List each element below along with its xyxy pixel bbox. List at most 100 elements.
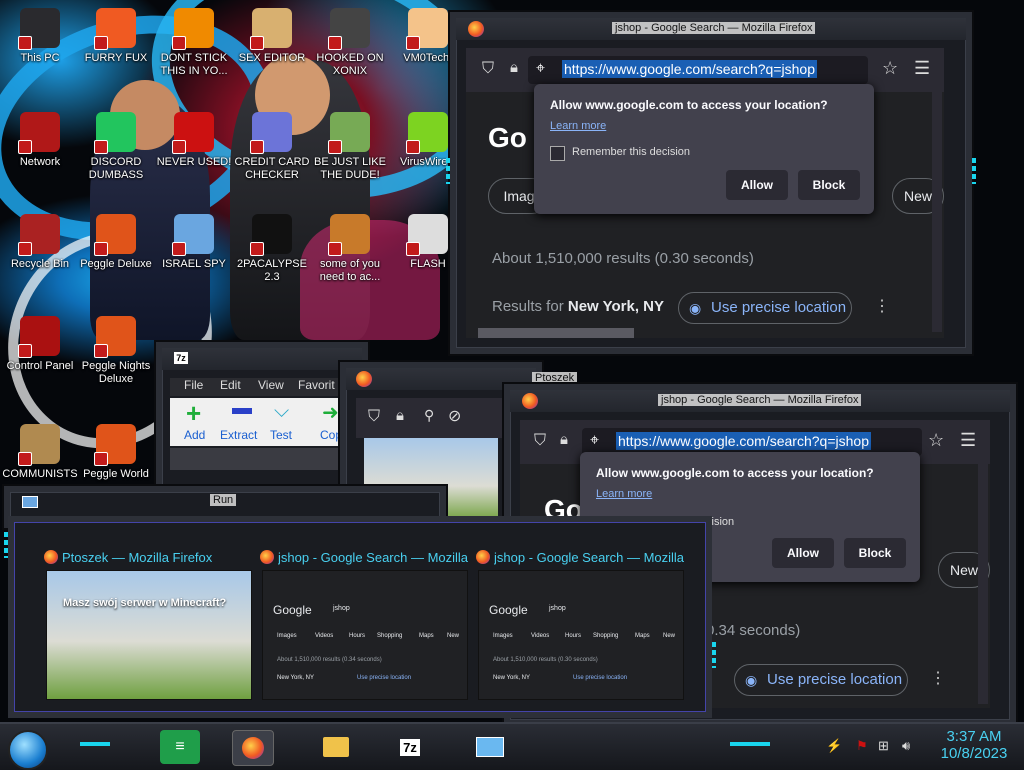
frame-accent <box>712 642 716 668</box>
scrollbar[interactable] <box>932 92 942 332</box>
more-options-icon[interactable]: ⋮ <box>930 668 946 688</box>
menu-file[interactable]: File <box>184 378 203 392</box>
permission-question: Allow www.google.com to access your loca… <box>596 466 874 480</box>
clock-time: 3:37 AM <box>946 728 1002 745</box>
extract-label[interactable]: Extract <box>220 428 257 442</box>
firefox-window-top[interactable]: jshop - Google Search — Mozilla Firefox … <box>446 12 976 354</box>
window-preview: Google jshop Images Videos Hours Shoppin… <box>262 570 468 700</box>
flash-icon <box>406 214 448 256</box>
menu-icon[interactable]: ☰ <box>960 430 976 451</box>
preview-google-logo: Google <box>273 603 312 617</box>
learn-more-link[interactable]: Learn more <box>596 488 652 500</box>
desktop-icon[interactable]: some of you need to ac... <box>310 214 390 284</box>
add-icon[interactable]: + <box>186 398 201 429</box>
allow-button[interactable]: Allow <box>772 538 834 568</box>
desktop-icon[interactable]: Control Panel <box>0 316 80 373</box>
start-button[interactable] <box>8 730 48 770</box>
desktop-icon-label: Peggle Nights Deluxe <box>81 360 151 385</box>
copy-icon[interactable]: ➜ <box>322 400 339 425</box>
menu-favorites[interactable]: Favorit <box>298 378 335 392</box>
chat-icon[interactable]: ≡ <box>160 730 200 764</box>
shield-icon[interactable]: ⛉ <box>482 60 494 78</box>
permissions-icon[interactable]: ⚲ <box>424 407 434 424</box>
network-icon[interactable]: ⊞ <box>878 738 889 754</box>
desktop-icon-label: Control Panel <box>6 360 74 372</box>
use-precise-location-button[interactable]: Use precise location <box>734 664 908 696</box>
switcher-item-jshop-2[interactable]: jshop - Google Search — Mozilla Firefox … <box>476 546 684 700</box>
window-titlebar[interactable]: 7z <box>162 348 362 370</box>
window-titlebar[interactable]: jshop - Google Search — Mozilla Firefox <box>456 18 966 40</box>
copy-label[interactable]: Cop <box>320 428 342 442</box>
extract-icon[interactable] <box>232 408 252 414</box>
shield-icon[interactable]: ⛉ <box>368 408 380 426</box>
7zip-icon[interactable]: 7z <box>390 730 430 764</box>
clock[interactable]: 3:37 AM 10/8/2023 <box>934 728 1014 762</box>
desktop-icon[interactable]: Recycle Bin <box>0 214 80 271</box>
file-explorer-icon[interactable] <box>316 730 356 764</box>
desktop-icon[interactable]: DONT STICK THIS IN YO... <box>154 8 234 78</box>
menu-icon[interactable]: ☰ <box>914 58 930 79</box>
tray-app-icon[interactable]: ⚡ <box>826 738 842 754</box>
scrollbar[interactable] <box>978 464 988 704</box>
switcher-item-ptoszek[interactable]: Ptoszek — Mozilla Firefox Masz swój serw… <box>44 546 252 700</box>
frame-accent <box>730 742 770 746</box>
desktop-icon-label: Peggle Deluxe <box>80 258 152 270</box>
desktop-icon[interactable]: DISCORD DUMBASS <box>76 112 156 182</box>
switcher-item-jshop-1[interactable]: jshop - Google Search — Mozilla Firefox … <box>260 546 468 700</box>
menu-edit[interactable]: Edit <box>220 378 241 392</box>
remember-checkbox[interactable] <box>550 146 565 161</box>
test-label[interactable]: Test <box>270 428 292 442</box>
desktop-icon[interactable]: ISRAEL SPY <box>154 214 234 271</box>
location-pin-icon[interactable]: ⌖ <box>536 60 545 78</box>
flag-icon[interactable]: ⚑ <box>856 738 868 754</box>
desktop-icon[interactable]: CREDIT CARD CHECKER <box>232 112 312 182</box>
taskbar: ≡ 7z ⚡ ⚑ ⊞ 🔊︎ 3:37 AM 10/8/2023 <box>0 722 1024 770</box>
desktop-icon[interactable]: COMMUNISTS <box>0 424 80 481</box>
desktop-icon[interactable]: HOOKED ON XONIX <box>310 8 390 78</box>
block-button[interactable]: Block <box>798 170 860 200</box>
lock-icon[interactable]: 🔒︎ <box>560 431 568 448</box>
test-icon[interactable]: ⌵ <box>274 400 289 423</box>
address-bar[interactable] <box>170 448 360 470</box>
url-text[interactable]: https://www.google.com/search?q=jshop <box>562 60 817 78</box>
preview-tab-videos: Videos <box>315 633 334 639</box>
remote-desktop-icon[interactable] <box>470 730 510 764</box>
desktop-icon[interactable]: BE JUST LIKE THE DUDE! <box>310 112 390 182</box>
doctor-icon <box>406 8 448 50</box>
window-titlebar[interactable]: jshop - Google Search — Mozilla Firefox <box>510 390 1010 412</box>
desktop-icon[interactable]: Network <box>0 112 80 169</box>
location-pin-icon[interactable]: ⌖ <box>590 432 599 450</box>
terminal-icon <box>250 214 292 256</box>
spy-icon <box>172 214 214 256</box>
preview-location: New York, NY <box>493 675 531 681</box>
allow-button[interactable]: Allow <box>726 170 788 200</box>
desktop-icon[interactable]: SEX EDITOR <box>232 8 312 65</box>
lock-icon[interactable]: 🔒︎ <box>510 59 518 76</box>
blocked-icon[interactable]: ⊘ <box>448 406 461 426</box>
volume-icon[interactable]: 🔊︎ <box>902 738 910 754</box>
desktop-icon[interactable]: FURRY FUX <box>76 8 156 65</box>
horizontal-scrollbar[interactable] <box>478 328 634 338</box>
desktop-icon[interactable]: Peggle Deluxe <box>76 214 156 271</box>
lock-icon[interactable]: 🔒︎ <box>396 407 404 424</box>
bookmark-star-icon[interactable]: ☆ <box>928 430 944 451</box>
learn-more-link[interactable]: Learn more <box>550 120 606 132</box>
results-count: 0.34 seconds) <box>706 622 801 639</box>
desktop-icon[interactable]: This PC <box>0 8 80 65</box>
7zip-icon: 7z <box>174 352 188 364</box>
block-button[interactable]: Block <box>844 538 906 568</box>
desktop-icon[interactable]: 2PACALYPSE 2.3 <box>232 214 312 284</box>
add-label[interactable]: Add <box>184 428 205 442</box>
desktop-icon[interactable]: Peggle World <box>76 424 156 481</box>
more-options-icon[interactable]: ⋮ <box>874 296 890 316</box>
desktop-icon[interactable]: Peggle Nights Deluxe <box>76 316 156 386</box>
url-text[interactable]: https://www.google.com/search?q=jshop <box>616 432 871 450</box>
bookmark-star-icon[interactable]: ☆ <box>882 58 898 79</box>
menu-view[interactable]: View <box>258 378 284 392</box>
shield-icon[interactable]: ⛉ <box>534 432 546 450</box>
desktop-icon[interactable]: NEVER USED! <box>154 112 234 169</box>
use-precise-location-button[interactable]: Use precise location <box>678 292 852 324</box>
firefox-icon[interactable] <box>232 730 274 766</box>
money-bag-icon <box>18 424 60 466</box>
url-bar[interactable]: ⌖ https://www.google.com/search?q=jshop <box>528 56 868 84</box>
